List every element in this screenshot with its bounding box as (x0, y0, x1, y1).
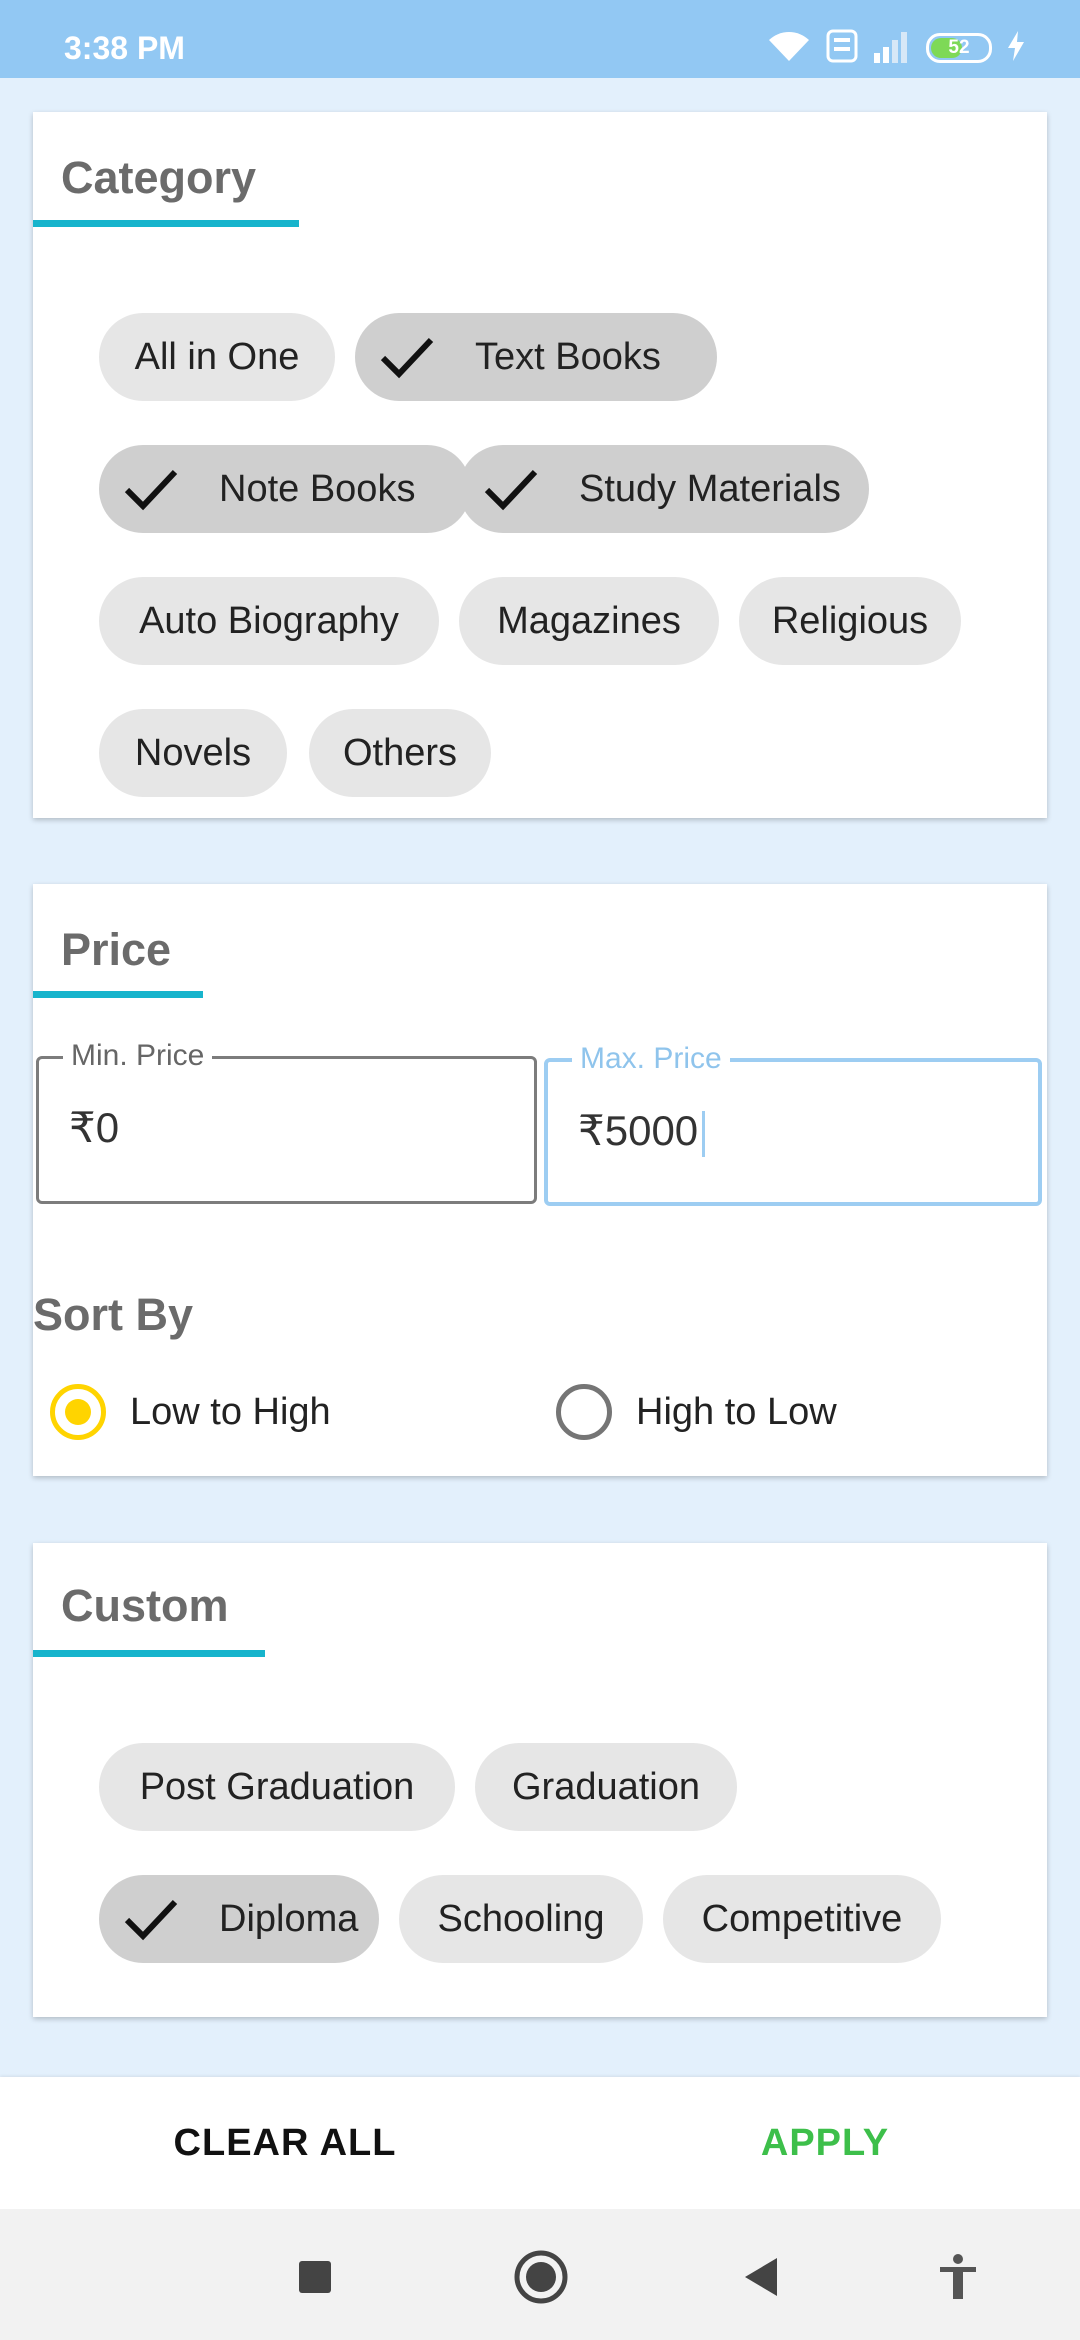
chip-label: Others (342, 731, 458, 774)
min-price-value: ₹0 (69, 1104, 120, 1151)
accessibility-icon[interactable] (930, 2249, 986, 2305)
category-title: Category (61, 152, 257, 203)
check-icon (121, 1894, 181, 1944)
chip-label: Religious (771, 599, 929, 642)
radio-unselected-icon (556, 1384, 612, 1440)
chip-label: Study Materials (579, 467, 841, 510)
radio-label: High to Low (636, 1390, 837, 1433)
status-bar: 3:38 PM 52 (0, 0, 1080, 78)
radio-high-to-low[interactable]: High to Low (556, 1384, 837, 1440)
charging-icon (1006, 29, 1026, 68)
recents-icon[interactable] (287, 2249, 343, 2305)
category-card: Category All in One Text Books Note Book… (33, 112, 1047, 818)
max-price-label: Max. Price (572, 1042, 730, 1076)
battery-icon: 52 (926, 33, 992, 63)
action-bar: CLEAR ALL APPLY (0, 2077, 1080, 2209)
apply-button[interactable]: APPLY (620, 2077, 1030, 2209)
min-price-field[interactable]: Min. Price ₹0 (36, 1039, 537, 1204)
chip-label: Schooling (437, 1897, 605, 1940)
radio-selected-icon (50, 1384, 106, 1440)
chip-novels[interactable]: Novels (99, 709, 287, 797)
radio-label: Low to High (130, 1390, 331, 1433)
category-title-underline (33, 220, 299, 227)
chip-label: Graduation (511, 1765, 700, 1808)
chip-label: Competitive (701, 1897, 903, 1940)
chip-all-in-one[interactable]: All in One (99, 313, 335, 401)
back-icon[interactable] (733, 2249, 789, 2305)
custom-card: Custom Post Graduation Graduation Diplom… (33, 1543, 1047, 2017)
custom-title-underline (33, 1650, 265, 1657)
chip-label: Post Graduation (139, 1765, 415, 1808)
chip-study-materials[interactable]: Study Materials (459, 445, 869, 533)
status-time: 3:38 PM (64, 30, 185, 66)
chip-post-graduation[interactable]: Post Graduation (99, 1743, 455, 1831)
chip-note-books[interactable]: Note Books (99, 445, 471, 533)
max-price-input[interactable]: ₹5000 (578, 1106, 706, 1157)
chip-label: Novels (134, 731, 252, 774)
wifi-icon (766, 29, 812, 68)
check-icon (481, 464, 541, 514)
chip-text-books[interactable]: Text Books (355, 313, 717, 401)
price-title-underline (33, 991, 203, 998)
chip-competitive[interactable]: Competitive (663, 1875, 941, 1963)
chip-label: Diploma (219, 1897, 359, 1940)
price-card: Price Min. Price ₹0 Max. Price ₹5000 Sor… (33, 884, 1047, 1476)
chip-graduation[interactable]: Graduation (475, 1743, 737, 1831)
chip-label: Auto Biography (139, 599, 399, 642)
max-price-value: ₹5000 (578, 1107, 699, 1154)
sort-by-title: Sort By (33, 1289, 194, 1340)
check-icon (121, 464, 181, 514)
text-cursor (702, 1110, 706, 1157)
status-icons: 52 (766, 28, 1026, 68)
price-title: Price (61, 924, 172, 975)
chip-magazines[interactable]: Magazines (459, 577, 719, 665)
chip-religious[interactable]: Religious (739, 577, 961, 665)
chip-label: Magazines (497, 599, 681, 642)
chip-label: All in One (134, 335, 300, 378)
custom-title: Custom (61, 1580, 229, 1631)
chip-diploma[interactable]: Diploma (99, 1875, 379, 1963)
chip-auto-biography[interactable]: Auto Biography (99, 577, 439, 665)
battery-level: 52 (948, 37, 970, 58)
home-icon[interactable] (513, 2249, 569, 2305)
check-icon (377, 332, 437, 382)
chip-label: Text Books (475, 335, 661, 378)
max-price-field[interactable]: Max. Price ₹5000 (544, 1042, 1042, 1206)
signal-icon (872, 29, 912, 68)
chip-label: Note Books (219, 467, 416, 510)
system-nav-bar (0, 2209, 1080, 2340)
volte-icon (826, 29, 858, 68)
chip-schooling[interactable]: Schooling (399, 1875, 643, 1963)
chip-others[interactable]: Others (309, 709, 491, 797)
min-price-label: Min. Price (63, 1039, 213, 1073)
clear-all-button[interactable]: CLEAR ALL (80, 2077, 490, 2209)
radio-low-to-high[interactable]: Low to High (50, 1384, 331, 1440)
